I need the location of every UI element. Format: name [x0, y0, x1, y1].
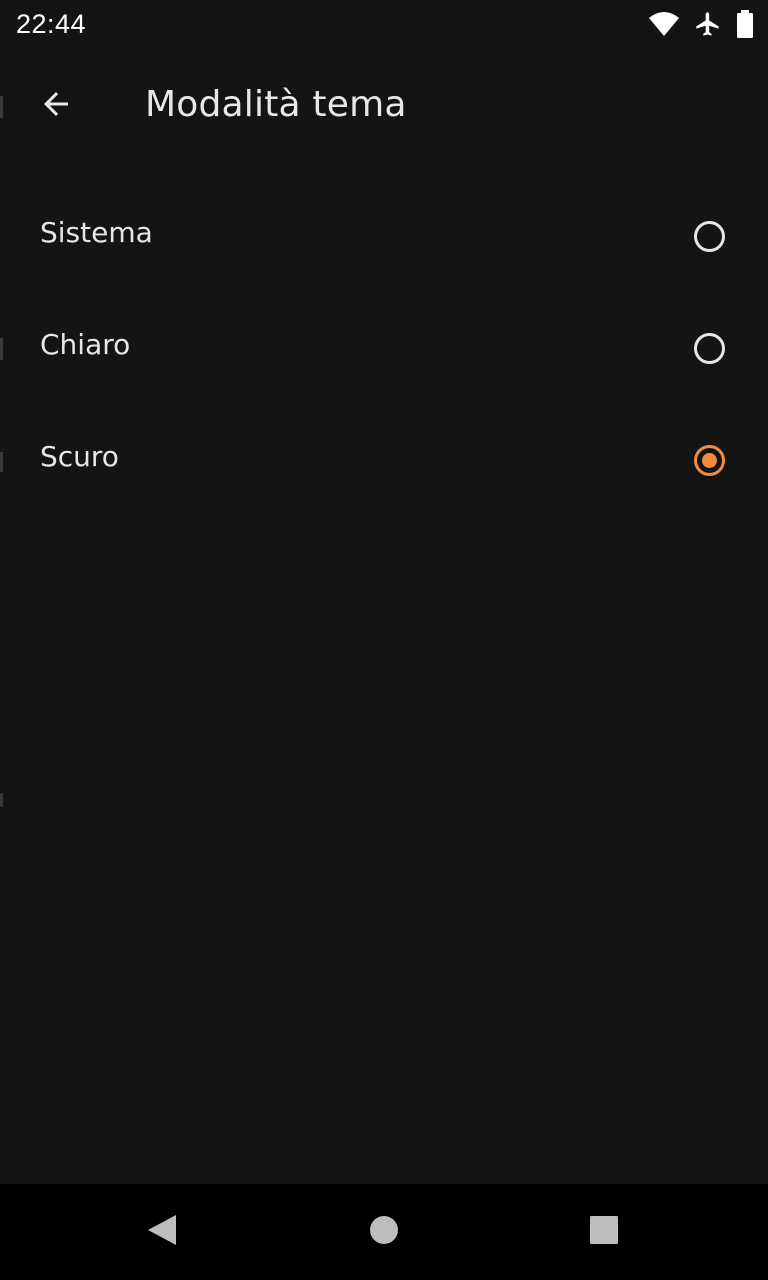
nav-recents-icon — [589, 1215, 619, 1249]
status-bar: 22:44 — [0, 0, 768, 48]
option-label: Chiaro — [40, 328, 131, 361]
app-bar: Modalità tema — [0, 56, 768, 152]
radio-button-checked[interactable] — [694, 445, 725, 476]
option-label: Sistema — [40, 216, 153, 249]
radio-dot — [702, 453, 717, 468]
battery-icon — [736, 10, 754, 38]
status-time: 22:44 — [16, 8, 87, 39]
nav-back-icon — [146, 1213, 178, 1251]
nav-home-button[interactable] — [336, 1184, 432, 1280]
navigation-bar — [0, 1184, 768, 1280]
theme-options-list: Sistema Chiaro Scuro — [0, 180, 768, 516]
nav-home-icon — [369, 1215, 399, 1249]
nav-recents-button[interactable] — [556, 1184, 652, 1280]
edge-mark — [0, 793, 3, 807]
option-label: Scuro — [40, 440, 119, 473]
page-title: Modalità tema — [145, 84, 407, 125]
airplane-mode-icon — [694, 10, 722, 38]
option-sistema[interactable]: Sistema — [0, 180, 768, 292]
theme-mode-screen: 22:44 Modalità tema Sistema Chiaro Scuro — [0, 0, 768, 1280]
back-button[interactable] — [28, 78, 84, 134]
option-scuro[interactable]: Scuro — [0, 404, 768, 516]
back-arrow-icon — [38, 86, 74, 126]
status-icons — [648, 10, 754, 38]
wifi-icon — [648, 11, 680, 37]
radio-button-unchecked[interactable] — [694, 221, 725, 252]
nav-back-button[interactable] — [114, 1184, 210, 1280]
radio-button-unchecked[interactable] — [694, 333, 725, 364]
option-chiaro[interactable]: Chiaro — [0, 292, 768, 404]
